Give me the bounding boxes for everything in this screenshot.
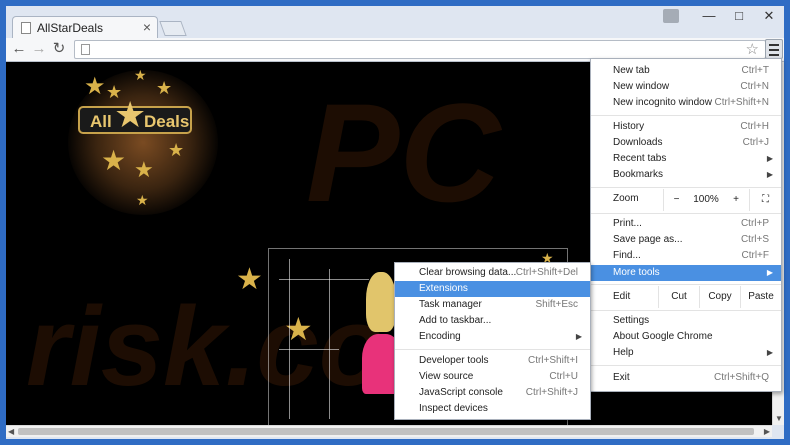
zoom-label: Zoom	[613, 193, 639, 204]
menu-item-recent-tabs[interactable]: Recent tabs ▶	[591, 151, 781, 167]
horizontal-scrollbar[interactable]: ◀ ▶	[6, 425, 772, 437]
menu-separator	[395, 349, 590, 350]
scroll-right-icon[interactable]: ▶	[764, 427, 770, 436]
zoom-out-button[interactable]: −	[663, 189, 689, 211]
forward-button[interactable]: →	[30, 40, 48, 58]
menu-separator	[591, 310, 781, 311]
reload-icon: ↻	[52, 40, 66, 57]
tab-close-icon[interactable]: ×	[143, 19, 151, 35]
menu-item-find[interactable]: Find... Ctrl+F	[591, 248, 781, 264]
menu-item-more-tools[interactable]: More tools ▶	[591, 265, 781, 281]
chrome-menu-button[interactable]	[765, 39, 783, 59]
submenu-item-encoding[interactable]: Encoding ▶	[395, 329, 590, 345]
menu-separator	[591, 284, 781, 285]
menu-item-print[interactable]: Print... Ctrl+P	[591, 216, 781, 232]
submenu-item-view-source[interactable]: View source Ctrl+U	[395, 369, 590, 385]
tab-title: AllStarDeals	[37, 21, 104, 35]
edit-label: Edit	[613, 291, 631, 302]
submenu-item-javascript-console[interactable]: JavaScript console Ctrl+Shift+J	[395, 385, 590, 401]
chevron-right-icon: ▶	[766, 268, 773, 277]
menu-item-save-page-as[interactable]: Save page as... Ctrl+S	[591, 232, 781, 248]
star-icon: ★	[101, 145, 127, 176]
back-button[interactable]: ←	[10, 40, 28, 58]
new-tab-button[interactable]	[159, 21, 187, 36]
menu-item-help[interactable]: Help ▶	[591, 345, 781, 361]
zoom-row: Zoom − 100% + ⛶	[591, 189, 781, 211]
hamburger-icon-line	[769, 49, 779, 51]
tab-allstardeals[interactable]: AllStarDeals ×	[12, 16, 158, 38]
menu-item-new-window[interactable]: New window Ctrl+N	[591, 79, 781, 95]
submenu-item-extensions[interactable]: Extensions	[395, 281, 590, 297]
more-tools-submenu: Clear browsing data... Ctrl+Shift+Del Ex…	[394, 262, 591, 420]
star-icon: ★	[134, 67, 147, 83]
page-favicon-icon	[21, 22, 31, 34]
chevron-right-icon: ▶	[575, 332, 582, 341]
menu-item-about-google-chrome[interactable]: About Google Chrome	[591, 329, 781, 345]
menu-item-new-incognito-window[interactable]: New incognito window Ctrl+Shift+N	[591, 95, 781, 111]
close-window-button[interactable]: ✕	[754, 6, 784, 26]
menu-item-bookmarks[interactable]: Bookmarks ▶	[591, 167, 781, 183]
star-icon: ★	[134, 157, 154, 182]
submenu-item-clear-browsing-data[interactable]: Clear browsing data... Ctrl+Shift+Del	[395, 265, 590, 281]
chevron-right-icon: ▶	[766, 170, 773, 179]
zoom-in-button[interactable]: +	[723, 189, 749, 211]
bookmark-star-icon[interactable]: ☆	[746, 40, 759, 58]
hamburger-icon-line	[769, 44, 779, 46]
chevron-right-icon: ▶	[766, 154, 773, 163]
submenu-item-developer-tools[interactable]: Developer tools Ctrl+Shift+I	[395, 353, 590, 369]
star-icon: ★	[168, 140, 185, 160]
menu-item-exit[interactable]: Exit Ctrl+Shift+Q	[591, 370, 781, 386]
submenu-item-add-to-taskbar[interactable]: Add to taskbar...	[395, 313, 590, 329]
fullscreen-icon: ⛶	[762, 194, 769, 205]
menu-separator	[591, 365, 781, 366]
menu-item-downloads[interactable]: Downloads Ctrl+J	[591, 135, 781, 151]
model-hair	[366, 272, 396, 332]
edit-row: Edit Cut Copy Paste	[591, 286, 781, 308]
menu-item-new-tab[interactable]: New tab Ctrl+T	[591, 63, 781, 79]
window-controls: — □ ✕	[660, 6, 784, 28]
chrome-main-menu: New tab Ctrl+T New window Ctrl+N New inc…	[590, 58, 782, 392]
forward-arrow-icon: →	[31, 40, 47, 57]
maximize-button[interactable]: □	[724, 6, 754, 26]
logo-text-left: All	[90, 112, 112, 131]
copy-button[interactable]: Copy	[699, 286, 740, 308]
address-bar[interactable]: ☆	[74, 40, 766, 59]
menu-separator	[591, 213, 781, 214]
hamburger-icon-line	[769, 54, 779, 56]
chevron-right-icon: ▶	[766, 348, 773, 357]
submenu-item-task-manager[interactable]: Task manager Shift+Esc	[395, 297, 590, 313]
minimize-button[interactable]: —	[694, 6, 724, 26]
menu-separator	[591, 115, 781, 116]
submenu-item-inspect-devices[interactable]: Inspect devices	[395, 401, 590, 417]
scroll-left-icon[interactable]: ◀	[8, 427, 14, 436]
star-icon: ★	[236, 263, 263, 296]
menu-separator	[591, 187, 781, 188]
scroll-down-icon[interactable]: ▼	[775, 414, 783, 423]
star-icon: ★	[84, 73, 106, 100]
tab-strip: AllStarDeals × — □ ✕	[6, 6, 784, 38]
profile-button[interactable]	[660, 6, 682, 26]
cut-button[interactable]: Cut	[658, 286, 699, 308]
paste-button[interactable]: Paste	[740, 286, 781, 308]
fullscreen-button[interactable]: ⛶	[749, 189, 781, 211]
menu-item-history[interactable]: History Ctrl+H	[591, 119, 781, 135]
page-icon	[81, 44, 90, 55]
zoom-level: 100%	[693, 194, 719, 205]
reload-button[interactable]: ↻	[50, 40, 68, 58]
user-icon	[663, 9, 679, 23]
star-icon: ★	[136, 192, 149, 208]
logo-text-right: Deals	[144, 112, 190, 131]
logo-star-icon: ★	[114, 94, 147, 135]
back-arrow-icon: ←	[11, 40, 27, 57]
allstardeals-logo: All ★ Deals	[78, 94, 192, 135]
menu-item-settings[interactable]: Settings	[591, 313, 781, 329]
watermark-top: PC	[306, 74, 501, 231]
horizontal-scroll-thumb[interactable]	[18, 428, 754, 435]
star-icon: ★	[156, 78, 173, 98]
